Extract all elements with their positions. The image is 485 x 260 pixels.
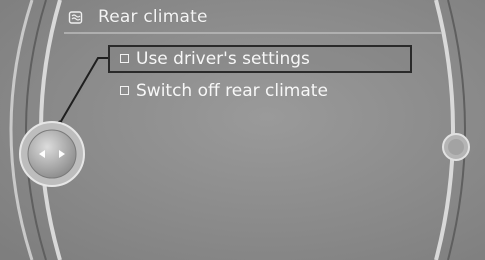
controller-left-right-icon[interactable] xyxy=(18,120,86,188)
idrive-display: Rear climate Use driver's settings Switc… xyxy=(0,0,485,260)
right-scroll-knob xyxy=(442,133,470,161)
